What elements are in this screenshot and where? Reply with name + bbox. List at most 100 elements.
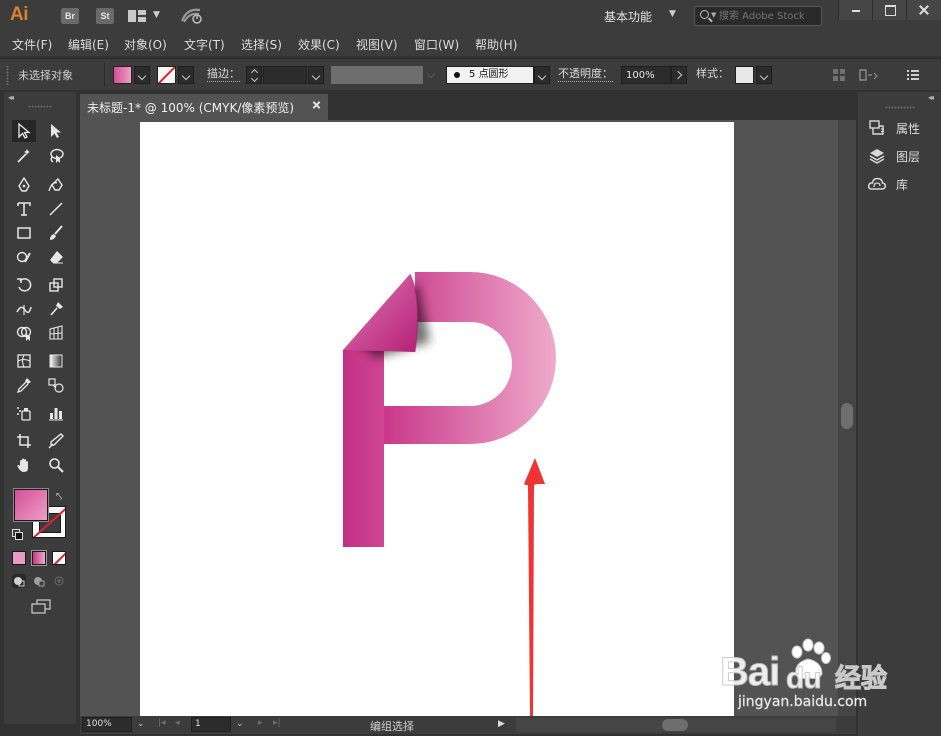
rotate-tool[interactable] xyxy=(12,274,36,296)
lasso-tool[interactable] xyxy=(44,145,68,167)
symbol-sprayer-tool[interactable] xyxy=(12,402,36,424)
artboard[interactable] xyxy=(140,122,734,716)
letter-p-stem[interactable] xyxy=(343,350,384,547)
scale-tool[interactable] xyxy=(44,274,68,296)
last-artboard-icon[interactable]: ▸| xyxy=(273,718,281,728)
variable-width-profile[interactable] xyxy=(331,66,423,84)
status-menu-arrow-icon[interactable]: ▶ xyxy=(498,719,505,729)
opacity-input[interactable] xyxy=(621,66,671,84)
minimize-button[interactable] xyxy=(838,0,872,20)
menu-file[interactable]: 文件(F) xyxy=(12,36,52,53)
magic-wand-tool[interactable] xyxy=(12,145,36,167)
menu-window[interactable]: 窗口(W) xyxy=(414,36,459,53)
pen-tool[interactable] xyxy=(12,174,36,196)
panel-layers[interactable]: 图层 xyxy=(868,145,938,167)
panel-libraries[interactable]: 库 xyxy=(868,173,938,195)
fill-dropdown[interactable] xyxy=(134,66,150,84)
chevron-down-icon[interactable]: ▼ xyxy=(153,10,160,20)
eraser-tool[interactable] xyxy=(44,246,68,268)
swap-fill-stroke-icon[interactable]: ⤣ xyxy=(56,490,62,504)
type-tool[interactable] xyxy=(12,198,36,220)
panel-grip[interactable] xyxy=(28,105,52,108)
bridge-button[interactable]: Br xyxy=(61,8,79,24)
brush-dropdown[interactable] xyxy=(534,66,550,84)
stock-button[interactable]: St xyxy=(96,8,114,24)
vertical-scroll-thumb[interactable] xyxy=(841,403,853,429)
line-segment-tool[interactable] xyxy=(44,198,68,220)
artboard-number[interactable]: 1 xyxy=(191,717,231,732)
zoom-tool[interactable] xyxy=(44,454,68,476)
next-artboard-icon[interactable]: ▸ xyxy=(258,718,263,728)
stroke-weight-stepper[interactable] xyxy=(246,66,262,84)
draw-behind-icon[interactable] xyxy=(32,574,46,588)
menu-effect[interactable]: 效果(C) xyxy=(298,36,340,53)
menu-object[interactable]: 对象(O) xyxy=(124,36,167,53)
panel-menu-icon[interactable] xyxy=(906,68,920,82)
first-artboard-icon[interactable]: |◂ xyxy=(158,718,166,728)
stroke-weight-input[interactable] xyxy=(263,66,307,84)
gradient-mode-swatch[interactable] xyxy=(31,550,47,566)
graphic-style-dropdown[interactable] xyxy=(756,66,772,84)
eyedropper-tool[interactable] xyxy=(12,374,36,396)
shape-builder-tool[interactable] xyxy=(12,322,36,344)
panel-grip[interactable] xyxy=(6,65,9,85)
stroke-label[interactable]: 描边： xyxy=(207,67,240,82)
arrange-documents-icon[interactable] xyxy=(128,10,146,22)
panel-grip[interactable] xyxy=(885,106,915,109)
letter-p-fold[interactable] xyxy=(343,274,418,352)
curvature-tool[interactable] xyxy=(44,174,68,196)
color-mode-swatch[interactable] xyxy=(12,551,26,565)
stroke-swatch[interactable] xyxy=(157,66,176,84)
direct-selection-tool[interactable] xyxy=(44,120,68,142)
brush-definition[interactable]: 5 点圆形 xyxy=(446,66,534,84)
column-graph-tool[interactable] xyxy=(44,402,68,424)
chevron-down-icon[interactable]: ⌄ xyxy=(137,719,145,729)
default-fill-stroke-icon[interactable] xyxy=(12,529,23,540)
hand-tool[interactable] xyxy=(12,454,36,476)
shaper-tool[interactable] xyxy=(12,246,36,268)
collapse-panel-icon[interactable]: ◂◂ xyxy=(8,93,14,102)
horizontal-scroll-thumb[interactable] xyxy=(662,719,688,731)
menu-select[interactable]: 选择(S) xyxy=(241,36,282,53)
slice-tool[interactable] xyxy=(44,430,68,452)
close-document-icon[interactable] xyxy=(312,100,322,110)
current-tool-status[interactable]: 编组选择 xyxy=(370,718,414,734)
graphic-style-swatch[interactable] xyxy=(735,66,754,84)
fill-swatch[interactable] xyxy=(113,66,132,84)
paintbrush-tool[interactable] xyxy=(44,222,68,244)
chevron-down-icon[interactable]: ⌄ xyxy=(236,719,244,729)
opacity-label[interactable]: 不透明度： xyxy=(558,67,613,82)
menu-type[interactable]: 文字(T) xyxy=(184,36,225,53)
menu-edit[interactable]: 编辑(E) xyxy=(68,36,109,53)
artboard-tool[interactable] xyxy=(12,430,36,452)
align-icon[interactable] xyxy=(832,68,846,82)
draw-inside-icon[interactable] xyxy=(52,574,66,588)
transform-icon[interactable] xyxy=(858,68,878,82)
zoom-level[interactable]: 100% xyxy=(82,717,132,732)
document-tab[interactable]: 未标题-1* @ 100% (CMYK/像素预览) xyxy=(80,94,328,120)
stock-search[interactable]: ▼ xyxy=(694,6,822,26)
draw-normal-icon[interactable] xyxy=(12,574,26,588)
close-window-button[interactable] xyxy=(906,0,941,20)
chevron-down-icon[interactable]: ▼ xyxy=(669,9,676,19)
opacity-flyout[interactable] xyxy=(671,66,687,84)
stroke-weight-dropdown[interactable] xyxy=(308,66,324,84)
gpu-performance-icon[interactable] xyxy=(180,7,204,25)
blend-tool[interactable] xyxy=(44,374,68,396)
gradient-tool[interactable] xyxy=(44,350,68,372)
fill-color-box[interactable] xyxy=(13,488,49,522)
vertical-scrollbar[interactable] xyxy=(838,120,856,716)
menu-help[interactable]: 帮助(H) xyxy=(475,36,517,53)
screen-mode-icon[interactable] xyxy=(30,599,52,615)
canvas-area[interactable] xyxy=(80,120,856,716)
selection-tool[interactable] xyxy=(12,120,36,142)
mesh-tool[interactable] xyxy=(12,350,36,372)
perspective-grid-tool[interactable] xyxy=(44,322,68,344)
expand-panels-icon[interactable]: ◂◂ xyxy=(928,93,934,102)
panel-properties[interactable]: 属性 xyxy=(868,117,938,139)
previous-artboard-icon[interactable]: ◂ xyxy=(175,718,180,728)
menu-view[interactable]: 视图(V) xyxy=(356,36,398,53)
workspace-switcher[interactable]: 基本功能 xyxy=(604,8,652,25)
stroke-dropdown[interactable] xyxy=(178,66,194,84)
stock-search-input[interactable] xyxy=(719,8,819,24)
